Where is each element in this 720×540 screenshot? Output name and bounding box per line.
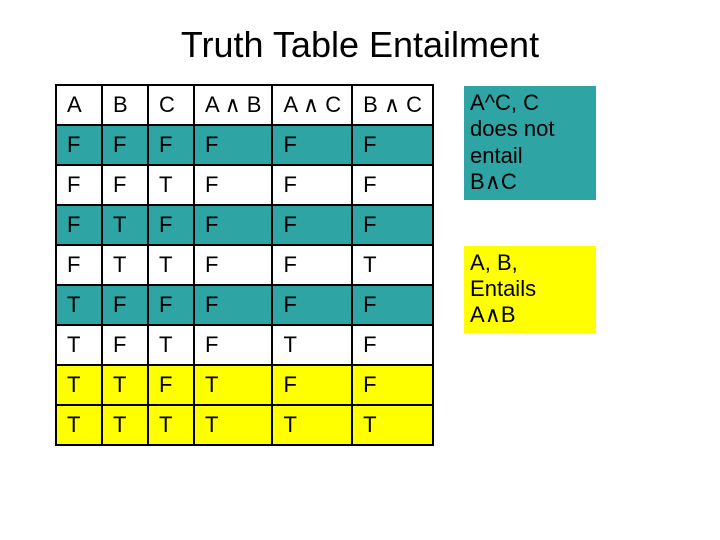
table-cell: F [272, 245, 352, 285]
table-cell: T [56, 325, 102, 365]
table-cell: F [194, 285, 272, 325]
table-cell: F [56, 165, 102, 205]
table-cell: F [194, 165, 272, 205]
table-cell: F [272, 125, 352, 165]
table-cell: T [148, 405, 194, 445]
note-not-entail: A^C, C does not entail B∧C [464, 86, 596, 200]
table-cell: F [194, 325, 272, 365]
table-row: TFTFTF [56, 325, 433, 365]
note-line: Entails [470, 276, 536, 301]
table-row: TTTTTT [56, 405, 433, 445]
table-cell: F [56, 125, 102, 165]
table-cell: T [272, 405, 352, 445]
table-cell: T [352, 405, 433, 445]
table-row: TTFTFF [56, 365, 433, 405]
table-cell: T [352, 245, 433, 285]
table-cell: T [102, 245, 148, 285]
table-cell: F [148, 285, 194, 325]
table-cell: F [272, 365, 352, 405]
note-line: A, B, [470, 250, 518, 275]
header-a: A [56, 85, 102, 125]
table-cell: T [56, 285, 102, 325]
notes-sidebar: A^C, C does not entail B∧C A, B, Entails… [464, 84, 596, 333]
table-cell: F [102, 285, 148, 325]
table-cell: F [102, 165, 148, 205]
note-line: A^C, C [470, 90, 539, 115]
table-cell: T [272, 325, 352, 365]
table-cell: F [56, 245, 102, 285]
table-cell: T [102, 205, 148, 245]
table-row: TFFFFF [56, 285, 433, 325]
table-header-row: A B C A ∧ B A ∧ C B ∧ C [56, 85, 433, 125]
table-cell: T [194, 405, 272, 445]
table-cell: T [56, 405, 102, 445]
table-cell: T [194, 365, 272, 405]
table-cell: T [148, 165, 194, 205]
table-row: FFFFFF [56, 125, 433, 165]
table-cell: F [352, 285, 433, 325]
table-cell: F [352, 125, 433, 165]
note-line: A∧B [470, 302, 515, 327]
table-cell: F [194, 205, 272, 245]
table-cell: F [148, 205, 194, 245]
table-cell: F [272, 165, 352, 205]
table-cell: F [352, 365, 433, 405]
table-cell: F [148, 365, 194, 405]
table-cell: F [56, 205, 102, 245]
table-cell: F [352, 205, 433, 245]
table-cell: T [148, 325, 194, 365]
table-cell: F [194, 125, 272, 165]
note-line: does not [470, 116, 554, 141]
table-cell: F [352, 165, 433, 205]
note-line: B∧C [470, 169, 517, 194]
table-cell: T [148, 245, 194, 285]
page-title: Truth Table Entailment [0, 0, 720, 84]
table-cell: T [56, 365, 102, 405]
truth-table: A B C A ∧ B A ∧ C B ∧ C FFFFFFFFTFFFFTFF… [55, 84, 434, 446]
table-cell: F [272, 285, 352, 325]
note-entails: A, B, Entails A∧B [464, 246, 596, 333]
header-a-and-b: A ∧ B [194, 85, 272, 125]
table-cell: F [194, 245, 272, 285]
content-area: A B C A ∧ B A ∧ C B ∧ C FFFFFFFFTFFFFTFF… [0, 84, 720, 446]
table-cell: F [148, 125, 194, 165]
header-c: C [148, 85, 194, 125]
table-row: FFTFFF [56, 165, 433, 205]
header-b: B [102, 85, 148, 125]
table-row: FTFFFF [56, 205, 433, 245]
header-a-and-c: A ∧ C [272, 85, 352, 125]
table-cell: T [102, 365, 148, 405]
table-row: FTTFFT [56, 245, 433, 285]
table-cell: F [352, 325, 433, 365]
table-cell: T [102, 405, 148, 445]
table-cell: F [102, 125, 148, 165]
table-cell: F [102, 325, 148, 365]
note-line: entail [470, 143, 523, 168]
header-b-and-c: B ∧ C [352, 85, 433, 125]
table-cell: F [272, 205, 352, 245]
